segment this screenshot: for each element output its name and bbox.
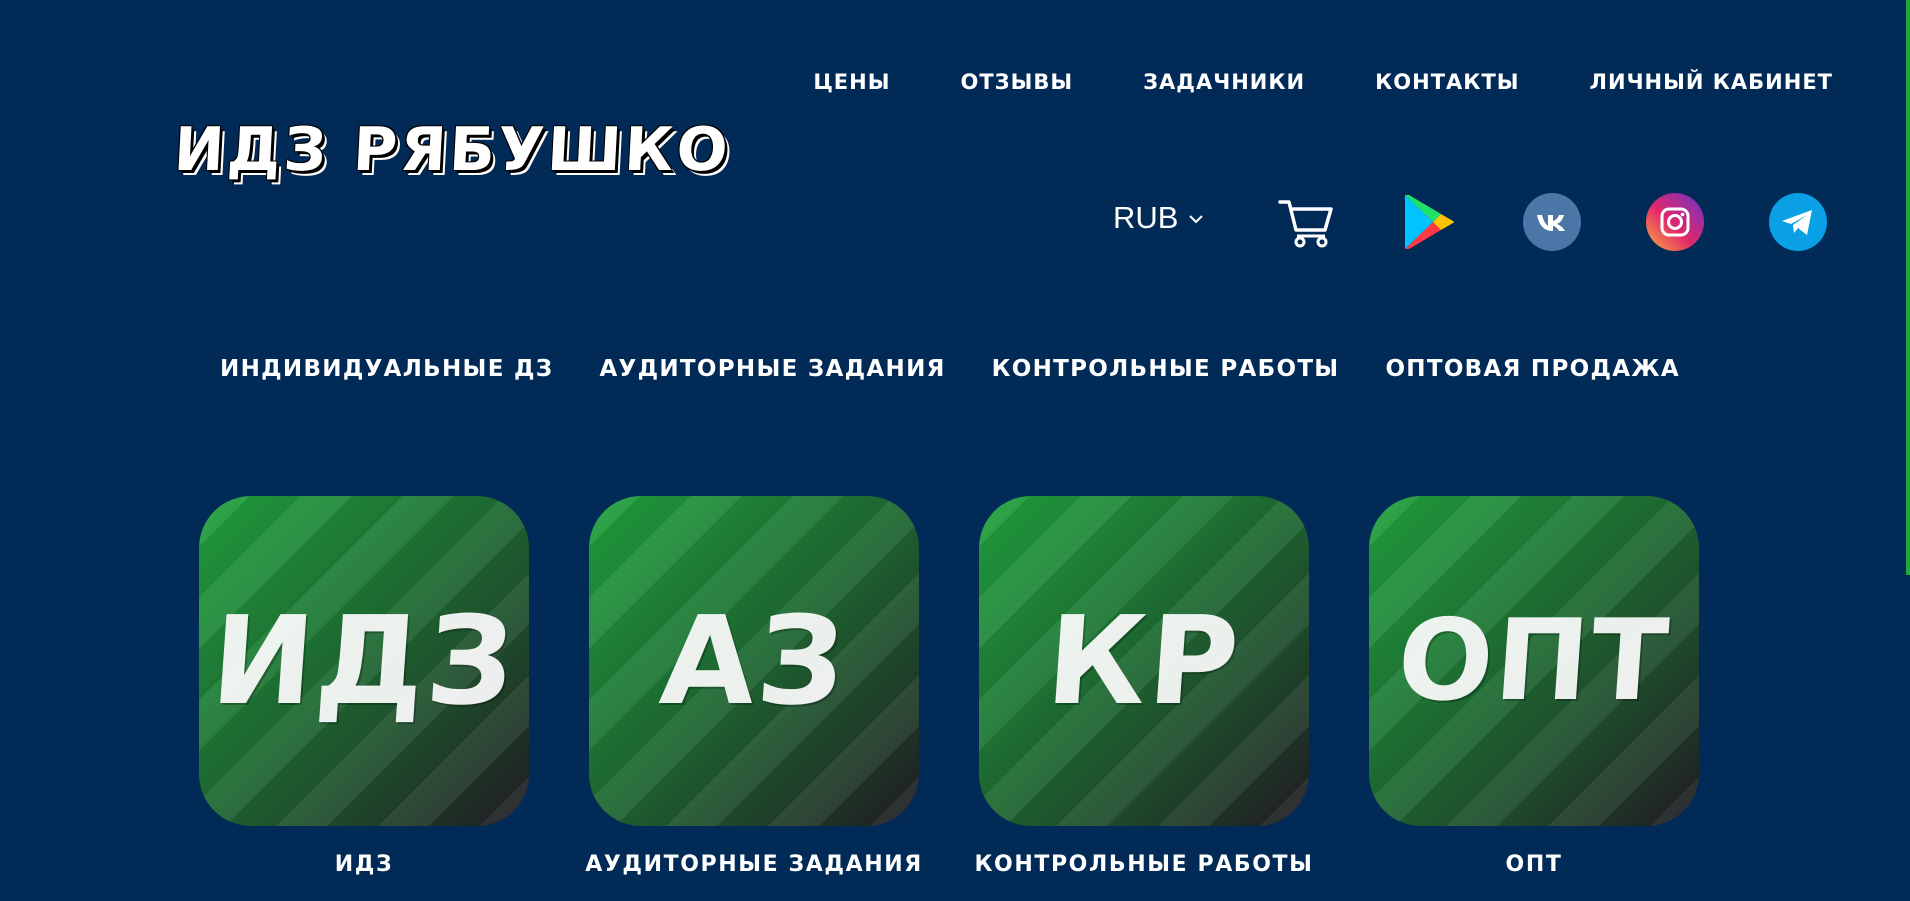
category-nav: ИНДИВИДУАЛЬНЫЕ ДЗ АУДИТОРНЫЕ ЗАДАНИЯ КОН… xyxy=(0,356,1910,382)
tile-text: ОПТ xyxy=(1393,596,1675,726)
scrollbar[interactable] xyxy=(1906,0,1910,575)
card-label[interactable]: ОПТ xyxy=(1506,852,1563,877)
card-tile[interactable]: ОПТ xyxy=(1369,496,1699,826)
card-tile[interactable]: АЗ xyxy=(589,496,919,826)
card-idz[interactable]: ИДЗ ИДЗ xyxy=(199,496,529,877)
tile-text: ИДЗ xyxy=(207,590,521,732)
card-tile[interactable]: КР xyxy=(979,496,1309,826)
category-nav-tests[interactable]: КОНТРОЛЬНЫЕ РАБОТЫ xyxy=(992,356,1340,382)
top-nav-problem-books[interactable]: ЗАДАЧНИКИ xyxy=(1143,70,1305,94)
top-nav-prices[interactable]: ЦЕНЫ xyxy=(813,70,890,94)
category-cards: ИДЗ ИДЗ АЗ АУДИТОРНЫЕ ЗАДАНИЯ КР КОНТРОЛ… xyxy=(199,496,1699,877)
top-nav: ЦЕНЫ ОТЗЫВЫ ЗАДАЧНИКИ КОНТАКТЫ ЛИЧНЫЙ КА… xyxy=(743,70,1833,94)
google-play-icon[interactable] xyxy=(1399,193,1457,251)
category-nav-wholesale[interactable]: ОПТОВАЯ ПРОДАЖА xyxy=(1385,356,1680,382)
telegram-icon[interactable] xyxy=(1769,193,1827,251)
currency-selector[interactable]: RUB xyxy=(1113,200,1204,236)
instagram-icon[interactable] xyxy=(1646,193,1704,251)
card-label[interactable]: АУДИТОРНЫЕ ЗАДАНИЯ xyxy=(585,852,923,877)
card-label[interactable]: ИДЗ xyxy=(335,852,393,877)
vk-icon[interactable] xyxy=(1523,193,1581,251)
top-nav-contacts[interactable]: КОНТАКТЫ xyxy=(1375,70,1519,94)
category-nav-classroom[interactable]: АУДИТОРНЫЕ ЗАДАНИЯ xyxy=(599,356,945,382)
card-az[interactable]: АЗ АУДИТОРНЫЕ ЗАДАНИЯ xyxy=(585,496,921,877)
card-tile[interactable]: ИДЗ xyxy=(199,496,529,826)
card-kr[interactable]: КР КОНТРОЛЬНЫЕ РАБОТЫ xyxy=(974,496,1312,877)
site-logo[interactable]: ИДЗ РЯБУШКО xyxy=(172,115,732,185)
currency-value: RUB xyxy=(1113,200,1179,235)
top-nav-reviews[interactable]: ОТЗЫВЫ xyxy=(961,70,1074,94)
card-opt[interactable]: ОПТ ОПТ xyxy=(1369,496,1699,877)
card-label[interactable]: КОНТРОЛЬНЫЕ РАБОТЫ xyxy=(974,852,1313,877)
chevron-down-icon xyxy=(1188,211,1204,229)
tile-text: АЗ xyxy=(656,590,852,732)
tile-text: КР xyxy=(1042,590,1246,732)
top-nav-account[interactable]: ЛИЧНЫЙ КАБИНЕТ xyxy=(1590,70,1833,94)
cart-icon[interactable] xyxy=(1277,193,1335,251)
category-nav-individual[interactable]: ИНДИВИДУАЛЬНЫЕ ДЗ xyxy=(220,356,553,382)
